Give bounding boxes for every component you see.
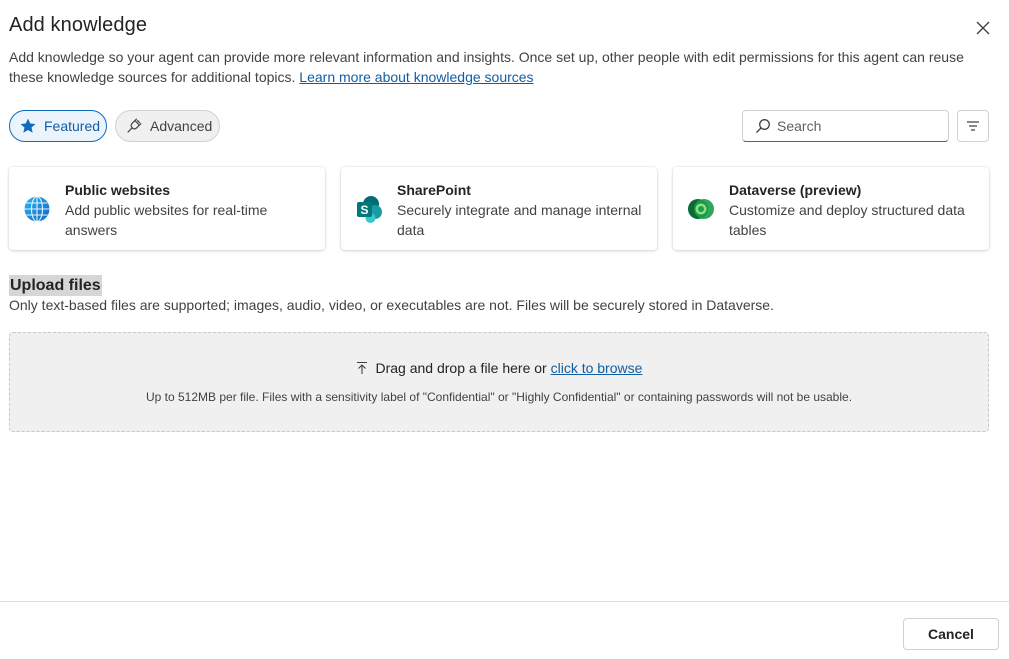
dropzone-hint: Up to 512MB per file. Files with a sensi… [145, 390, 853, 404]
sharepoint-icon: S [355, 195, 383, 223]
featured-label: Featured [44, 118, 101, 134]
card-dataverse[interactable]: Dataverse (preview) Customize and deploy… [673, 167, 989, 250]
plug-icon [124, 116, 144, 136]
cancel-button[interactable]: Cancel [903, 618, 999, 650]
close-icon [976, 21, 990, 35]
card-title: Dataverse (preview) [729, 182, 862, 198]
browse-link[interactable]: click to browse [551, 360, 643, 376]
card-public-websites[interactable]: Public websites Add public websites for … [9, 167, 325, 250]
file-dropzone[interactable]: Drag and drop a file here or click to br… [9, 332, 989, 432]
featured-filter-button[interactable]: Featured [9, 110, 107, 142]
filter-icon [967, 121, 979, 131]
advanced-label: Advanced [150, 118, 213, 134]
card-title: SharePoint [397, 182, 471, 198]
globe-icon [23, 195, 51, 223]
card-description: Add public websites for real-time answer… [65, 202, 268, 238]
learn-more-link[interactable]: Learn more about knowledge sources [299, 69, 533, 85]
upload-note: Only text-based files are supported; ima… [9, 297, 774, 313]
card-description: Customize and deploy structured data tab… [729, 202, 965, 238]
upload-files-heading: Upload files [9, 275, 102, 296]
search-box[interactable] [742, 110, 949, 142]
card-sharepoint[interactable]: S SharePoint Securely integrate and mana… [341, 167, 657, 250]
card-title: Public websites [65, 182, 171, 198]
dropzone-line: Drag and drop a file here or click to br… [10, 360, 988, 378]
search-icon [755, 118, 771, 134]
card-description: Securely integrate and manage internal d… [397, 202, 642, 238]
advanced-filter-button[interactable]: Advanced [115, 110, 220, 142]
footer-divider [0, 601, 1009, 602]
close-button[interactable] [972, 17, 994, 39]
star-icon [18, 116, 38, 136]
dataverse-icon [687, 195, 715, 223]
upload-icon [356, 361, 368, 378]
filter-button[interactable] [957, 110, 989, 142]
dialog-title: Add knowledge [9, 14, 148, 36]
drop-text: Drag and drop a file here or [375, 360, 547, 376]
svg-text:S: S [360, 203, 368, 217]
search-input[interactable] [777, 118, 937, 134]
dialog-description: Add knowledge so your agent can provide … [9, 47, 989, 87]
